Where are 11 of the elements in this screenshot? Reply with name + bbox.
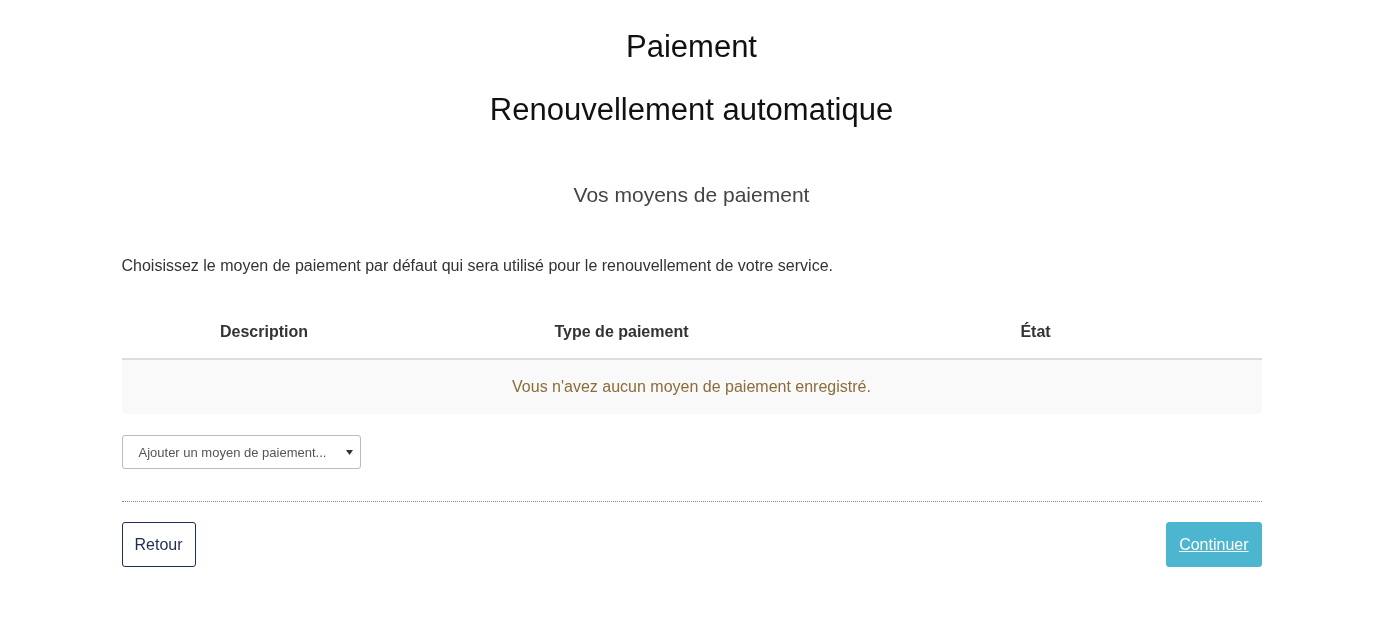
column-header: Description [220,322,308,342]
empty-table-message: Vous n'avez aucun moyen de paiement enregistré. [121,360,1262,414]
add-payment-select[interactable]: Ajouter un moyen de paiement... [121,435,361,469]
section-heading: Vos moyens de paiement [572,182,811,208]
column-header: Type de paiement [554,322,689,342]
page-title: Paiement [625,28,758,66]
page-subtitle: Renouvellement automatique [488,91,895,129]
intro-text: Choisissez le moyen de paiement par défaut qui sera utilisé pour le renouvellement de votre service. [121,256,834,276]
caret-icon [345,449,353,455]
column-header: État [1020,321,1051,342]
back-button[interactable]: Retour [121,522,196,567]
